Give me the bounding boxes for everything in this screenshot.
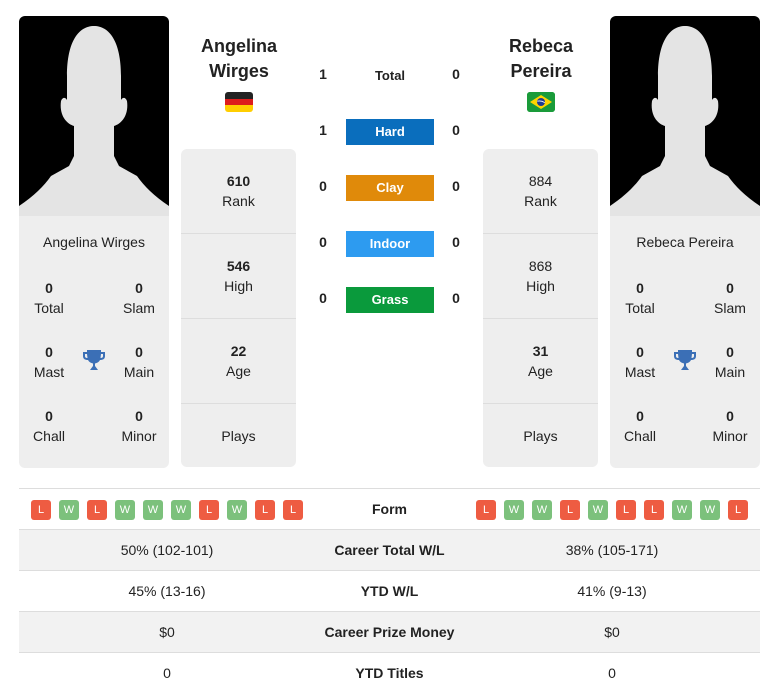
h2h-indoor-row: 0 Indoor 0 — [313, 231, 469, 257]
player2-high: 868 High — [526, 258, 555, 294]
player2-rank: 884 Rank — [524, 173, 557, 209]
player2-stats: 884 Rank 868 High 31 Age Plays — [483, 149, 598, 467]
player1-card-name: Angelina Wirges — [43, 234, 145, 250]
h2h-hard-row: 1 Hard 0 — [313, 119, 469, 145]
player1-title-slam: 0 Slam — [123, 280, 155, 316]
trophy-icon — [674, 350, 696, 370]
player2-photo — [610, 16, 760, 216]
h2h-clay-row: 0 Clay 0 — [313, 175, 469, 201]
player2-title-total: 0 Total — [625, 280, 655, 316]
player1-stats: 610 Rank 546 High 22 Age Plays — [181, 149, 296, 467]
form-result-badge[interactable]: L — [560, 500, 580, 520]
form-result-badge[interactable]: W — [504, 500, 524, 520]
form-result-badge[interactable]: W — [672, 500, 692, 520]
form-result-badge[interactable]: L — [31, 500, 51, 520]
form-result-badge[interactable]: W — [227, 500, 247, 520]
player1-photo — [19, 16, 169, 216]
player2-age: 31 Age — [528, 343, 553, 379]
player1-high: 546 High — [224, 258, 253, 294]
player2-title-slam: 0 Slam — [714, 280, 746, 316]
player1-title-main: 0 Main — [123, 344, 155, 380]
silhouette-icon — [610, 26, 760, 216]
silhouette-icon — [19, 26, 169, 216]
form-result-badge[interactable]: W — [143, 500, 163, 520]
form-label: Form — [372, 501, 407, 517]
form-result-badge[interactable]: L — [199, 500, 219, 520]
form-result-badge[interactable]: W — [532, 500, 552, 520]
form-result-badge[interactable]: W — [588, 500, 608, 520]
form-result-badge[interactable]: L — [728, 500, 748, 520]
form-result-badge[interactable]: L — [476, 500, 496, 520]
comparison-row-prize-money: $0 Career Prize Money $0 — [19, 611, 760, 652]
player1-title-minor: 0 Minor — [121, 408, 157, 444]
player2-titles-card: Rebeca Pereira 0 Total 0 Slam 0 Mast 0 M… — [610, 216, 760, 468]
form-result-badge[interactable]: W — [700, 500, 720, 520]
h2h-grass-row: 0 Grass 0 — [313, 287, 469, 313]
player2-title-chall: 0 Chall — [624, 408, 656, 444]
player1-titles-card: Angelina Wirges 0 Total 0 Slam 0 Mast 0 … — [19, 216, 169, 468]
surface-grass-badge[interactable]: Grass — [346, 287, 434, 313]
form-result-badge[interactable]: L — [283, 500, 303, 520]
player1-form: LWLWWWLWLL — [31, 500, 311, 520]
form-result-badge[interactable]: L — [255, 500, 275, 520]
divider — [181, 233, 296, 234]
form-result-badge[interactable]: W — [59, 500, 79, 520]
form-result-badge[interactable]: W — [171, 500, 191, 520]
form-result-badge[interactable]: L — [644, 500, 664, 520]
comparison-row-career-wl: 50% (102-101) Career Total W/L 38% (105-… — [19, 529, 760, 570]
form-result-badge[interactable]: L — [87, 500, 107, 520]
player2-form: LWWLWLLWWL — [476, 500, 756, 520]
h2h-total-left: 1 — [319, 66, 327, 82]
divider — [483, 318, 598, 319]
h2h-total-label: Total — [374, 68, 406, 83]
comparison-row-ytd-titles: 0 YTD Titles 0 — [19, 652, 760, 693]
divider — [181, 403, 296, 404]
player1-age: 22 Age — [226, 343, 251, 379]
player2-title-mast: 0 Mast — [624, 344, 656, 380]
player1-title-total: 0 Total — [34, 280, 64, 316]
divider — [483, 233, 598, 234]
divider — [181, 318, 296, 319]
player1-rank: 610 Rank — [222, 173, 255, 209]
player2-title-main: 0 Main — [714, 344, 746, 380]
divider — [483, 403, 598, 404]
form-result-badge[interactable]: L — [616, 500, 636, 520]
trophy-icon — [83, 350, 105, 370]
surface-hard-badge[interactable]: Hard — [346, 119, 434, 145]
player2-card-name: Rebeca Pereira — [636, 234, 734, 250]
player1-name[interactable]: Angelina Wirges — [174, 34, 304, 84]
form-result-badge[interactable]: W — [115, 500, 135, 520]
player1-title-chall: 0 Chall — [33, 408, 65, 444]
player1-title-mast: 0 Mast — [33, 344, 65, 380]
comparison-row-ytd-wl: 45% (13-16) YTD W/L 41% (9-13) — [19, 570, 760, 611]
germany-flag-icon — [225, 92, 253, 112]
surface-clay-badge[interactable]: Clay — [346, 175, 434, 201]
brazil-flag-icon — [527, 92, 555, 112]
surface-indoor-badge[interactable]: Indoor — [346, 231, 434, 257]
h2h-total-right: 0 — [452, 66, 460, 82]
player2-name[interactable]: Rebeca Pereira — [476, 34, 606, 84]
player2-title-minor: 0 Minor — [712, 408, 748, 444]
form-row: LWLWWWLWLL Form LWWLWLLWWL — [19, 488, 760, 529]
